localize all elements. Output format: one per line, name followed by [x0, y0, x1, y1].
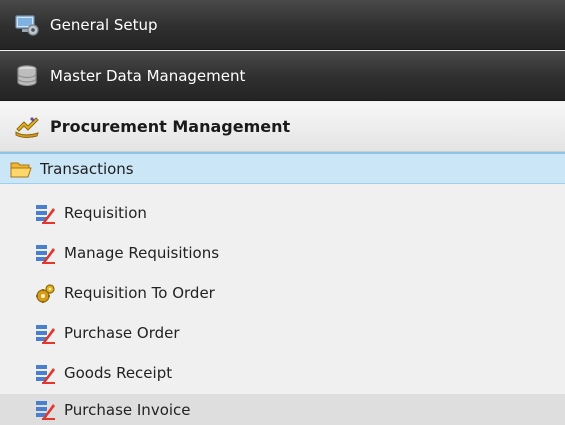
- nav-group-procurement-management[interactable]: Procurement Management: [0, 102, 565, 152]
- menu-item-purchase-order[interactable]: Purchase Order: [0, 314, 565, 352]
- nav-group-master-data-management[interactable]: Master Data Management: [0, 51, 565, 101]
- form-edit-icon: [36, 401, 55, 420]
- gear-icon: [36, 284, 55, 303]
- form-edit-icon: [36, 245, 55, 264]
- menu-item-goods-receipt[interactable]: Goods Receipt: [0, 354, 565, 392]
- menu-item-label: Goods Receipt: [64, 364, 173, 382]
- menu-item-requisition[interactable]: Requisition: [0, 194, 565, 232]
- menu-item-label: Requisition To Order: [64, 284, 215, 302]
- section-label: Transactions: [40, 159, 134, 178]
- nav-group-label: General Setup: [50, 15, 158, 34]
- menu-item-purchase-invoice[interactable]: Purchase Invoice: [0, 394, 565, 425]
- computer-gear-icon: [15, 15, 39, 36]
- navigation-panel: General Setup Master Data Management Pro…: [0, 0, 565, 425]
- nav-group-label: Procurement Management: [50, 117, 291, 136]
- menu-item-label: Purchase Invoice: [64, 400, 191, 419]
- menu-item-label: Purchase Order: [64, 324, 180, 342]
- menu-item-label: Manage Requisitions: [64, 244, 220, 262]
- database-icon: [17, 65, 37, 87]
- nav-group-label: Master Data Management: [50, 66, 246, 85]
- menu-item-requisition-to-order[interactable]: Requisition To Order: [0, 274, 565, 312]
- menu-item-label: Requisition: [64, 204, 147, 222]
- form-edit-icon: [36, 365, 55, 384]
- procurement-icon: [15, 117, 39, 138]
- menu-item-manage-requisitions[interactable]: Manage Requisitions: [0, 234, 565, 272]
- nav-group-general-setup[interactable]: General Setup: [0, 0, 565, 50]
- section-transactions[interactable]: Transactions: [0, 152, 565, 184]
- form-edit-icon: [36, 325, 55, 344]
- form-edit-icon: [36, 205, 55, 224]
- folder-open-icon: [10, 162, 32, 178]
